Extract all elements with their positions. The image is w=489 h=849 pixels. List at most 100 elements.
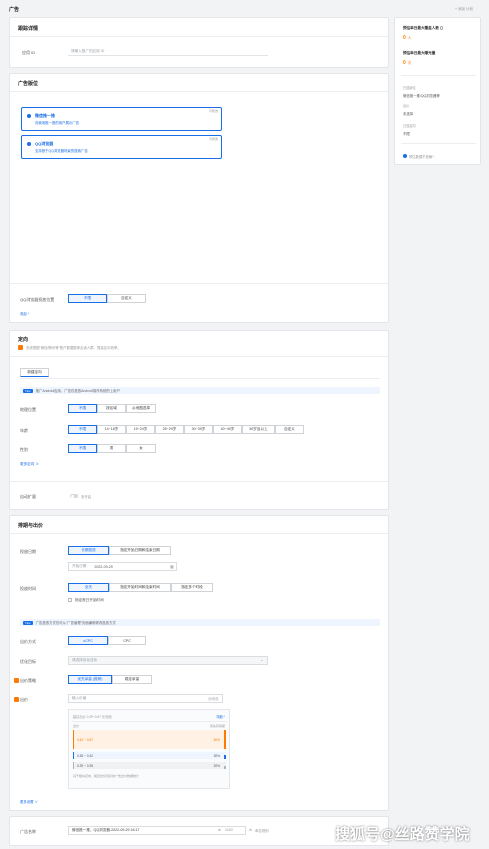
tips-tag: Tips [23, 388, 33, 393]
gender-option-male[interactable]: 男 [97, 444, 126, 453]
exposure-value: 0 [403, 60, 406, 66]
tracking-card: 跟踪详情 应用 ID 请输入推广的应用 ID [9, 17, 389, 68]
age-option-30-39[interactable]: 30~39岁 [184, 425, 213, 434]
row-pct: 50% [213, 738, 220, 742]
reach-value: 0 [403, 35, 406, 41]
collapse-link[interactable]: 收起 ^ [20, 311, 29, 316]
radio-selected-icon [27, 114, 31, 118]
suggestion-head: 建议出价 0.39~0.67 元/优化 [73, 715, 113, 719]
suggestion-row[interactable]: 0.42 ~ 0.67 50% [73, 730, 226, 749]
bid-method-label: 出价方式 [20, 639, 36, 644]
app-id-label: 应用 ID [22, 50, 36, 55]
required-icon [14, 678, 19, 683]
start-date-value: 2022-09-29 [94, 564, 113, 569]
start-date-input[interactable]: 开始日期 2022-09-29 [68, 562, 177, 571]
strategy-option-stable[interactable]: 稳定拿量 [112, 675, 152, 684]
age-option-custom[interactable]: 自定义 [275, 425, 304, 434]
editable-badge: 可修改 [208, 137, 218, 141]
more-settings-link[interactable]: 更多设置 ∨ [20, 799, 38, 804]
gender-label: 性别 [20, 447, 28, 452]
placement-card: 广告版位 可修改 微信推一推 向使用推一推的用户展示广告 可修改 QQ浏览器 支… [9, 73, 389, 323]
section3-value: 不限 [403, 132, 410, 136]
chevron-down-icon: ⌄ [260, 657, 264, 662]
reach-unit: 人 [407, 36, 412, 40]
strategy-label: 出价策略 [20, 678, 36, 683]
location-option-unlimited[interactable]: 不限 [68, 404, 97, 413]
age-option-19-24[interactable]: 19~24岁 [126, 425, 155, 434]
date-option-range[interactable]: 指定开始日期和结束日期 [109, 546, 171, 555]
suggestion-foot: 基于相似定向、相近优化目标的广告出价数据统计 [73, 774, 140, 778]
location-option-region[interactable]: 按区域 [97, 404, 126, 413]
qqb-option-custom[interactable]: 自定义 [107, 294, 146, 303]
bid-unit: 元/优化 [208, 697, 219, 701]
specify-start-checkbox[interactable] [68, 598, 72, 602]
app-id-input[interactable]: 请输入推广的应用 ID [68, 47, 268, 56]
option-desc: 支持基于QQ浏览器场景的搜索广告 [35, 149, 88, 153]
naming-rule-link[interactable]: 命名规则 [255, 828, 269, 833]
bid-method-cpc[interactable]: CPC [108, 636, 146, 645]
col-share: 优先获得量 [209, 724, 225, 728]
feedback-link[interactable]: 预估数据不准确? [409, 154, 434, 159]
estimate-sidebar: 预估单日最大覆盖人数 0 人 预估单日最大曝光量 0 次 已选版位 微信推一推/… [394, 17, 481, 165]
tips-text: 推广Android应用，广告仅投放Android操作系统的上用户 [35, 389, 120, 393]
top-link[interactable]: + 添加 计划 [455, 7, 473, 12]
placement-option-qqbrowser[interactable]: 可修改 QQ浏览器 支持基于QQ浏览器场景的搜索广告 [21, 135, 222, 159]
auto-expand-state: 未开启 [81, 495, 92, 499]
time-option-range[interactable]: 指定开始时间和结束时间 [109, 583, 171, 592]
age-option-40-49[interactable]: 40~49岁 [213, 425, 242, 434]
qqb-position-label: QQ浏览器投放位置 [20, 297, 55, 302]
exposure-title: 预估单日最大曝光量 [403, 51, 436, 55]
age-option-25-29[interactable]: 25~29岁 [155, 425, 184, 434]
section1-value: 微信推一推/QQ浏览器等 [403, 94, 440, 98]
row-marker [73, 762, 74, 769]
calendar-icon: ▦ [170, 564, 174, 569]
date-label: 投放日期 [20, 549, 36, 554]
targeting-card: 定向 系统根据“微信/腾讯等”账户数据推荐合适人群，提高定向效率。 新建定向 T… [9, 330, 389, 510]
reach-row: 0 人 [403, 35, 411, 41]
suggestion-row[interactable]: 0.29 ~ 0.35 20% [73, 762, 226, 769]
reach-title: 预估单日最大覆盖人数 [403, 26, 444, 31]
auto-expand-toggle[interactable] [70, 494, 78, 498]
location-option-map[interactable]: 从地图选择 [126, 404, 156, 413]
more-targeting-link[interactable]: 更多定向 ≫ [20, 462, 39, 467]
goal-select[interactable]: 请选择优化目标 [68, 656, 268, 665]
qqb-option-unlimited[interactable]: 不限 [68, 294, 107, 303]
option-desc: 向使用推一推的用户展示广告 [35, 121, 80, 125]
gender-option-unlimited[interactable]: 不限 [68, 444, 97, 453]
age-label: 年龄 [20, 428, 28, 433]
start-date-placeholder: 开始日期 [72, 564, 87, 568]
row-range: 0.29 ~ 0.35 [77, 764, 94, 768]
page-title: 广告 [9, 7, 20, 13]
suggestion-expand[interactable]: 详细 ^ [216, 714, 225, 719]
gender-option-female[interactable]: 女 [126, 444, 156, 453]
tracking-header: 跟踪详情 [18, 26, 39, 32]
row-share-bar [224, 755, 226, 759]
suggestion-row[interactable]: 0.35 ~ 0.42 30% [73, 752, 226, 759]
placement-header: 广告版位 [18, 81, 39, 87]
bid-method-ocpc[interactable]: oCPC [68, 636, 108, 645]
tab-new-targeting[interactable]: 新建定向 [20, 368, 49, 377]
placement-option-wechat[interactable]: 可修改 微信推一推 向使用推一推的用户展示广告 [21, 107, 222, 131]
time-option-multi[interactable]: 指定多个时段 [171, 583, 213, 592]
row-range: 0.42 ~ 0.67 [77, 738, 94, 742]
exposure-row: 0 次 [403, 60, 411, 66]
date-option-long-term[interactable]: 长期投放 [68, 546, 109, 555]
row-share-bar [224, 766, 226, 769]
location-label: 地理位置 [20, 407, 36, 412]
goal-label: 优化目标 [20, 659, 36, 664]
strategy-option-priority[interactable]: 优先拿量 (推荐) [68, 675, 112, 684]
bid-input[interactable]: 输入价格 [68, 694, 223, 703]
bidding-tip: Tips 广告投放方式仅可从“广告管理”页面编辑修改投放方式 [20, 619, 380, 626]
age-option-50-plus[interactable]: 50岁及以上 [242, 425, 275, 434]
age-option-14-18[interactable]: 14~18岁 [97, 425, 126, 434]
ad-name-card: 广告名称 微信推一推、QQ浏览器-2022-09-29 16:17 ⊗ 21/6… [9, 816, 389, 846]
section3-label: 已选定向 [403, 124, 416, 128]
bidding-card: 排期与出价 投放日期 长期投放 指定开始日期和结束日期 开始日期 2022-09… [9, 515, 389, 811]
notice-icon [18, 345, 23, 350]
row-range: 0.35 ~ 0.42 [77, 754, 94, 758]
clear-icon[interactable]: ⊗ [218, 828, 221, 832]
required-icon [14, 697, 19, 702]
tips-tag: Tips [23, 620, 33, 625]
age-option-unlimited[interactable]: 不限 [68, 425, 97, 434]
time-option-all-day[interactable]: 全天 [68, 583, 109, 592]
